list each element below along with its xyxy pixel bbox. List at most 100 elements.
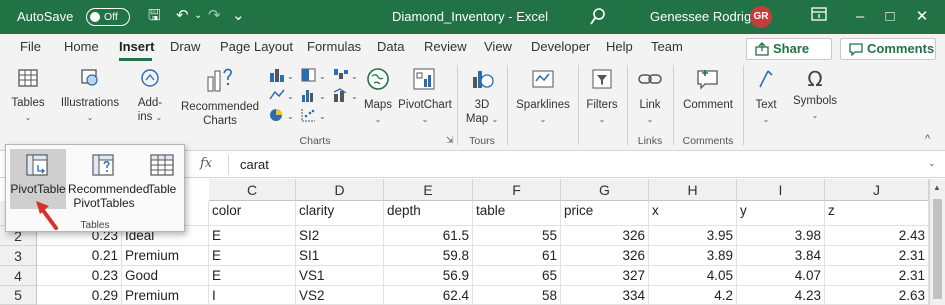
column-header-e[interactable]: E <box>384 179 473 201</box>
cell[interactable]: 58 <box>473 286 561 305</box>
close-button[interactable]: ✕ <box>910 6 934 28</box>
cell[interactable]: 326 <box>561 226 649 246</box>
column-header-f[interactable]: F <box>473 179 561 201</box>
collapse-ribbon-icon[interactable]: ^ <box>925 133 930 145</box>
filters-button[interactable]: Filters ⌄ <box>582 67 622 127</box>
vertical-scrollbar[interactable]: ▲ <box>929 179 945 305</box>
row-header[interactable]: 5 <box>0 286 37 305</box>
cell[interactable]: E <box>209 266 296 286</box>
cell[interactable]: price <box>561 201 649 226</box>
waterfall-chart-button[interactable]: ⌄ <box>332 67 362 86</box>
cell[interactable]: 62.4 <box>384 286 473 305</box>
cell[interactable]: VS1 <box>296 266 384 286</box>
cell[interactable]: 0.23 <box>37 266 122 286</box>
column-header-i[interactable]: I <box>737 179 825 201</box>
autosave-toggle[interactable]: Off <box>86 8 130 26</box>
tab-team[interactable]: Team <box>651 39 683 54</box>
redo-icon[interactable]: ↷ <box>208 6 221 26</box>
column-header-h[interactable]: H <box>649 179 737 201</box>
search-icon[interactable] <box>590 8 606 29</box>
pie-chart-button[interactable]: ⌄ <box>268 107 298 126</box>
undo-dropdown-icon[interactable]: ⌄ <box>194 6 202 26</box>
cell[interactable]: 59.8 <box>384 246 473 266</box>
share-button[interactable]: Share <box>746 38 832 60</box>
cell[interactable]: x <box>649 201 737 226</box>
tab-developer[interactable]: Developer <box>531 39 590 54</box>
pivotchart-button[interactable]: PivotChart ⌄ <box>398 67 452 127</box>
cell[interactable]: SI2 <box>296 226 384 246</box>
cell[interactable]: VS2 <box>296 286 384 305</box>
cell[interactable]: 3.89 <box>649 246 737 266</box>
cell[interactable]: 55 <box>473 226 561 246</box>
cell[interactable]: Good <box>122 266 209 286</box>
cell[interactable]: SI1 <box>296 246 384 266</box>
tab-draw[interactable]: Draw <box>170 39 200 54</box>
tab-page-layout[interactable]: Page Layout <box>220 39 293 54</box>
cell[interactable]: z <box>825 201 929 226</box>
cell[interactable]: 0.29 <box>37 286 122 305</box>
cell[interactable]: 65 <box>473 266 561 286</box>
cell[interactable]: depth <box>384 201 473 226</box>
cell[interactable]: color <box>209 201 296 226</box>
cell[interactable]: 2.63 <box>825 286 929 305</box>
line-chart-button[interactable]: ⌄ <box>268 87 298 106</box>
cell[interactable]: I <box>209 286 296 305</box>
cell[interactable]: 4.05 <box>649 266 737 286</box>
scroll-up-icon[interactable]: ▲ <box>933 183 941 192</box>
sparklines-button[interactable]: Sparklines ⌄ <box>513 67 573 127</box>
minimize-button[interactable]: – <box>848 6 872 28</box>
cell[interactable]: y <box>737 201 825 226</box>
scrollbar-thumb[interactable] <box>933 199 942 299</box>
comments-button[interactable]: Comments <box>840 38 936 60</box>
statistic-chart-button[interactable]: ⌄ <box>300 87 330 106</box>
cell[interactable]: 334 <box>561 286 649 305</box>
combo-chart-button[interactable]: ⌄ <box>332 87 362 106</box>
cell[interactable]: Premium <box>122 246 209 266</box>
user-avatar[interactable]: GR <box>750 6 772 28</box>
cell[interactable]: 3.95 <box>649 226 737 246</box>
symbols-button[interactable]: Ω Symbols ⌄ <box>790 67 840 123</box>
scatter-chart-button[interactable]: ⌄ <box>300 107 330 126</box>
cell[interactable]: 2.43 <box>825 226 929 246</box>
column-chart-button[interactable]: ⌄ <box>268 67 298 86</box>
row-header[interactable]: 3 <box>0 246 37 266</box>
tab-home[interactable]: Home <box>64 39 99 54</box>
column-header-g[interactable]: G <box>561 179 649 201</box>
cell[interactable]: 56.9 <box>384 266 473 286</box>
recommended-pivottables-button[interactable]: Recommended PivotTables <box>68 149 149 210</box>
maximize-button[interactable]: □ <box>878 6 902 28</box>
customize-icon[interactable]: ⌄ <box>232 6 245 26</box>
cell[interactable]: E <box>209 246 296 266</box>
cell[interactable]: clarity <box>296 201 384 226</box>
tables-button[interactable]: Tables ⌄ <box>8 67 48 125</box>
maps-button[interactable]: Maps ⌄ <box>362 67 394 127</box>
save-icon[interactable]: 🖫 <box>148 6 161 26</box>
column-header-c[interactable]: C <box>209 179 296 201</box>
cell[interactable]: 326 <box>561 246 649 266</box>
cell[interactable]: 4.23 <box>737 286 825 305</box>
text-button[interactable]: Text ⌄ <box>748 67 784 127</box>
cell[interactable]: 4.2 <box>649 286 737 305</box>
cell[interactable]: table <box>473 201 561 226</box>
illustrations-button[interactable]: Illustrations ⌄ <box>56 67 124 125</box>
table-button[interactable]: Table <box>142 149 182 209</box>
tab-formulas[interactable]: Formulas <box>307 39 361 54</box>
ribbon-display-options-icon[interactable] <box>807 6 831 28</box>
addins-button[interactable]: Add- ins ⌄ <box>130 67 170 125</box>
link-button[interactable]: Link ⌄ <box>632 67 668 127</box>
tab-insert[interactable]: Insert <box>119 39 154 54</box>
dialog-launcher-icon[interactable]: ⇲ <box>446 135 454 146</box>
cell[interactable]: 327 <box>561 266 649 286</box>
tab-file[interactable]: File <box>20 39 41 54</box>
cell[interactable]: Premium <box>122 286 209 305</box>
undo-icon[interactable]: ↶ <box>176 6 189 26</box>
cell[interactable]: 0.21 <box>37 246 122 266</box>
tab-view[interactable]: View <box>484 39 512 54</box>
cell[interactable]: 4.07 <box>737 266 825 286</box>
cell[interactable]: 3.98 <box>737 226 825 246</box>
expand-formula-bar-icon[interactable]: ⌄ <box>928 158 936 169</box>
insert-function-icon[interactable]: fx <box>200 156 212 171</box>
row-header[interactable]: 4 <box>0 266 37 286</box>
cell[interactable]: 2.31 <box>825 246 929 266</box>
formula-input[interactable]: carat <box>240 157 269 172</box>
